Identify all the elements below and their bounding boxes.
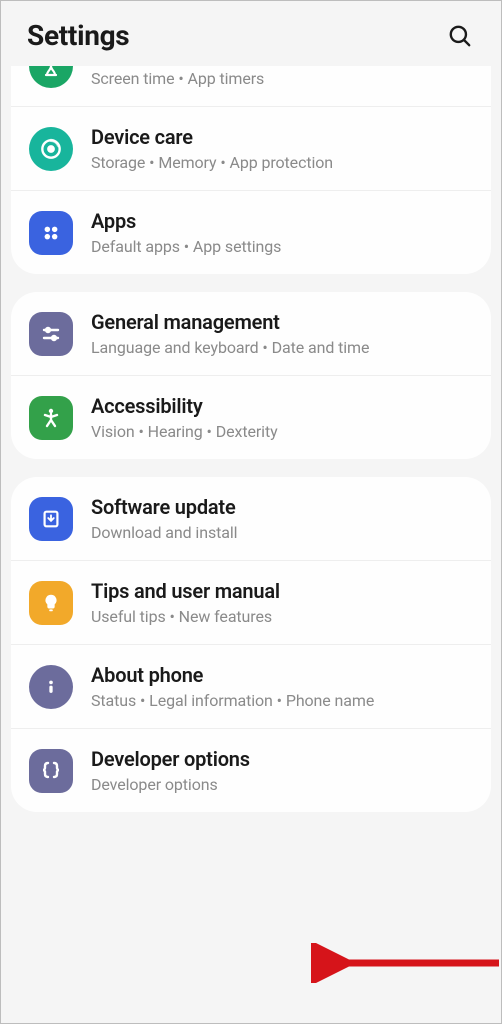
search-icon <box>447 23 473 49</box>
settings-item-software-update[interactable]: Software update Download and install <box>11 477 491 561</box>
page-title: Settings <box>27 19 129 52</box>
item-text: Apps Default apps • App settings <box>91 209 473 256</box>
item-subtitle: Download and install <box>91 523 473 542</box>
apps-icon <box>29 211 73 255</box>
item-subtitle: Useful tips • New features <box>91 607 473 626</box>
item-subtitle: Developer options <box>91 775 473 794</box>
item-text: About phone Status • Legal information •… <box>91 663 473 710</box>
settings-group: controls Screen time • App timers Device… <box>11 66 491 274</box>
item-title: General management <box>91 310 473 335</box>
hourglass-icon <box>29 66 73 88</box>
braces-icon <box>29 749 73 793</box>
settings-group: General management Language and keyboard… <box>11 292 491 459</box>
item-text: Software update Download and install <box>91 495 473 542</box>
item-title: Device care <box>91 125 473 150</box>
settings-item-about-phone[interactable]: About phone Status • Legal information •… <box>11 645 491 729</box>
item-subtitle: Language and keyboard • Date and time <box>91 338 473 357</box>
item-title: Software update <box>91 495 473 520</box>
settings-item-accessibility[interactable]: Accessibility Vision • Hearing • Dexteri… <box>11 376 491 459</box>
download-icon <box>29 497 73 541</box>
item-title: Apps <box>91 209 473 234</box>
item-title: Tips and user manual <box>91 579 473 604</box>
item-subtitle: Screen time • App timers <box>91 69 473 88</box>
settings-scroll[interactable]: controls Screen time • App timers Device… <box>1 66 501 1023</box>
settings-item-apps[interactable]: Apps Default apps • App settings <box>11 191 491 274</box>
info-icon <box>29 665 73 709</box>
settings-header: Settings <box>1 1 501 66</box>
item-title: About phone <box>91 663 473 688</box>
item-title: Developer options <box>91 747 473 772</box>
item-subtitle: Status • Legal information • Phone name <box>91 691 473 710</box>
device-care-icon <box>29 127 73 171</box>
settings-group: Software update Download and install Tip… <box>11 477 491 812</box>
item-text: controls Screen time • App timers <box>91 66 473 88</box>
settings-item-device-care[interactable]: Device care Storage • Memory • App prote… <box>11 107 491 191</box>
item-title: Accessibility <box>91 394 473 419</box>
item-text: General management Language and keyboard… <box>91 310 473 357</box>
item-subtitle: Vision • Hearing • Dexterity <box>91 422 473 441</box>
item-text: Developer options Developer options <box>91 747 473 794</box>
accessibility-icon <box>29 396 73 440</box>
settings-item-general-management[interactable]: General management Language and keyboard… <box>11 292 491 376</box>
item-subtitle: Default apps • App settings <box>91 237 473 256</box>
item-subtitle: Storage • Memory • App protection <box>91 153 473 172</box>
settings-item-controls[interactable]: controls Screen time • App timers <box>11 66 491 107</box>
bulb-icon <box>29 581 73 625</box>
search-button[interactable] <box>445 21 475 51</box>
item-text: Tips and user manual Useful tips • New f… <box>91 579 473 626</box>
settings-item-developer-options[interactable]: Developer options Developer options <box>11 729 491 812</box>
settings-item-tips[interactable]: Tips and user manual Useful tips • New f… <box>11 561 491 645</box>
sliders-icon <box>29 312 73 356</box>
item-text: Device care Storage • Memory • App prote… <box>91 125 473 172</box>
item-text: Accessibility Vision • Hearing • Dexteri… <box>91 394 473 441</box>
